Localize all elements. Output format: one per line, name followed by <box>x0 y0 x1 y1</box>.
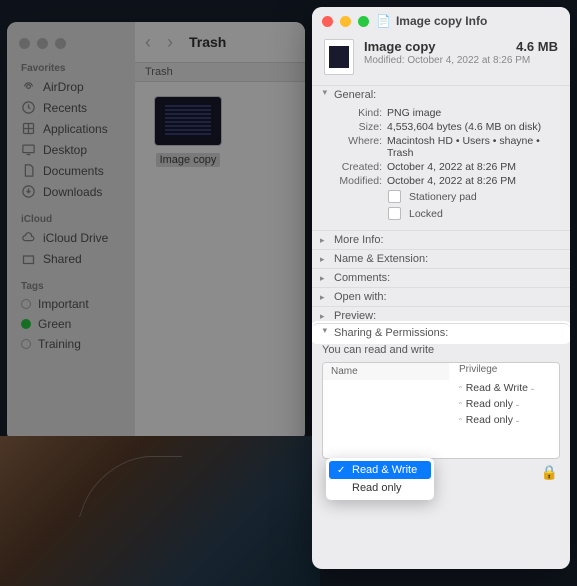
minimize-icon[interactable] <box>37 38 48 49</box>
info-window-title: 📄 Image copy Info <box>376 14 487 28</box>
dropdown-option-read-only[interactable]: Read only <box>329 479 431 497</box>
modified-value: October 4, 2022 at 8:26 PM <box>387 175 558 187</box>
chevron-down-icon: ▸ <box>320 90 331 100</box>
tag-dot-icon <box>21 299 31 309</box>
chevron-right-icon: ▸ <box>320 273 330 284</box>
sidebar-section-favorites: Favorites <box>7 59 135 76</box>
sidebar-tag-training[interactable]: Training <box>7 334 135 354</box>
section-name-extension[interactable]: ▸Name & Extension: <box>312 249 570 268</box>
apps-icon <box>21 121 36 136</box>
checkbox-icon[interactable] <box>388 207 401 220</box>
sidebar-item-desktop[interactable]: Desktop <box>7 139 135 160</box>
general-body: Kind:PNG image Size:4,553,604 bytes (4.6… <box>312 104 570 230</box>
created-value: October 4, 2022 at 8:26 PM <box>387 161 558 173</box>
close-icon[interactable] <box>19 38 30 49</box>
kind-value: PNG image <box>387 107 558 119</box>
desktop-icon <box>21 142 36 157</box>
sidebar-section-icloud: iCloud <box>7 210 135 227</box>
check-icon: ✓ <box>337 465 347 476</box>
size-value: 4,553,604 bytes (4.6 MB on disk) <box>387 121 558 133</box>
finder-sidebar: Favorites AirDrop Recents Applications D… <box>7 22 135 442</box>
maximize-icon[interactable] <box>358 16 369 27</box>
chevron-down-icon: ▸ <box>320 328 331 338</box>
sidebar-item-downloads[interactable]: Downloads <box>7 181 135 202</box>
chevron-right-icon: ▸ <box>320 292 330 303</box>
info-header: Image copy 4.6 MB Modified: October 4, 2… <box>312 35 570 85</box>
checkbox-icon[interactable] <box>388 190 401 203</box>
file-label: Image copy <box>156 153 221 167</box>
section-general[interactable]: ▸General: <box>312 85 570 104</box>
tag-dot-icon <box>21 339 31 349</box>
permissions-table: Name Privilege Read & Write Read only Re… <box>322 362 560 459</box>
chevron-right-icon: ▸ <box>320 254 330 265</box>
back-button[interactable]: ‹ <box>145 32 151 53</box>
section-open-with[interactable]: ▸Open with: <box>312 287 570 306</box>
file-item[interactable]: Image copy <box>149 96 227 168</box>
airdrop-icon <box>21 79 36 94</box>
section-more-info[interactable]: ▸More Info: <box>312 230 570 249</box>
perm-row[interactable]: Read & Write <box>323 380 559 396</box>
forward-button[interactable]: › <box>167 32 173 53</box>
minimize-icon[interactable] <box>340 16 351 27</box>
dropdown-option-read-write[interactable]: ✓Read & Write <box>329 461 431 479</box>
close-icon[interactable] <box>322 16 333 27</box>
col-name[interactable]: Name <box>323 363 451 380</box>
sidebar-tag-important[interactable]: Important <box>7 294 135 314</box>
section-sharing-permissions[interactable]: ▸Sharing & Permissions: <box>312 323 570 342</box>
clock-icon <box>21 100 36 115</box>
file-grid[interactable]: Image copy <box>135 82 305 182</box>
file-name: Image copy <box>364 39 436 54</box>
file-size: 4.6 MB <box>516 39 558 54</box>
docs-icon <box>21 163 36 178</box>
privilege-select[interactable]: Read only <box>451 396 559 412</box>
where-value: Macintosh HD • Users • shayne • Trash <box>387 135 558 159</box>
downloads-icon <box>21 184 36 199</box>
finder-title: Trash <box>189 34 226 50</box>
sidebar-item-documents[interactable]: Documents <box>7 160 135 181</box>
finder-toolbar: ‹ › Trash <box>135 22 305 62</box>
lock-icon[interactable]: 🔒 <box>541 464 558 481</box>
permissions-caption: You can read and write <box>322 344 560 356</box>
privilege-dropdown[interactable]: ✓Read & Write Read only <box>326 458 434 500</box>
cloud-icon <box>21 230 36 245</box>
sidebar-item-icloud-drive[interactable]: iCloud Drive <box>7 227 135 248</box>
sidebar-item-airdrop[interactable]: AirDrop <box>7 76 135 97</box>
path-bar[interactable]: Trash <box>135 62 305 82</box>
perm-row[interactable]: Read only <box>323 412 559 428</box>
sidebar-item-shared[interactable]: Shared <box>7 248 135 269</box>
chevron-right-icon: ▸ <box>320 235 330 246</box>
privilege-select[interactable]: Read only <box>451 412 559 428</box>
finder-content: ‹ › Trash Trash Image copy <box>135 22 305 442</box>
stationery-checkbox-row[interactable]: Stationery pad <box>324 188 558 205</box>
shared-icon <box>21 251 36 266</box>
perm-row[interactable]: Read only <box>323 396 559 412</box>
maximize-icon[interactable] <box>55 38 66 49</box>
sidebar-item-applications[interactable]: Applications <box>7 118 135 139</box>
privilege-select[interactable]: Read & Write <box>451 380 559 396</box>
col-privilege[interactable]: Privilege <box>451 362 559 382</box>
sidebar-item-recents[interactable]: Recents <box>7 97 135 118</box>
finder-window: Favorites AirDrop Recents Applications D… <box>7 22 305 442</box>
file-icon: 📄 <box>376 14 391 28</box>
info-titlebar: 📄 Image copy Info <box>312 7 570 35</box>
sidebar-section-tags: Tags <box>7 277 135 294</box>
file-modified: Modified: October 4, 2022 at 8:26 PM <box>364 55 558 66</box>
file-preview-icon <box>324 39 354 75</box>
window-controls[interactable] <box>7 30 135 59</box>
desktop-wallpaper <box>0 436 320 586</box>
sidebar-tag-green[interactable]: Green <box>7 314 135 334</box>
locked-checkbox-row[interactable]: Locked <box>324 205 558 222</box>
tag-dot-icon <box>21 319 31 329</box>
chevron-right-icon: ▸ <box>320 311 330 322</box>
file-thumbnail <box>154 96 222 146</box>
section-comments[interactable]: ▸Comments: <box>312 268 570 287</box>
